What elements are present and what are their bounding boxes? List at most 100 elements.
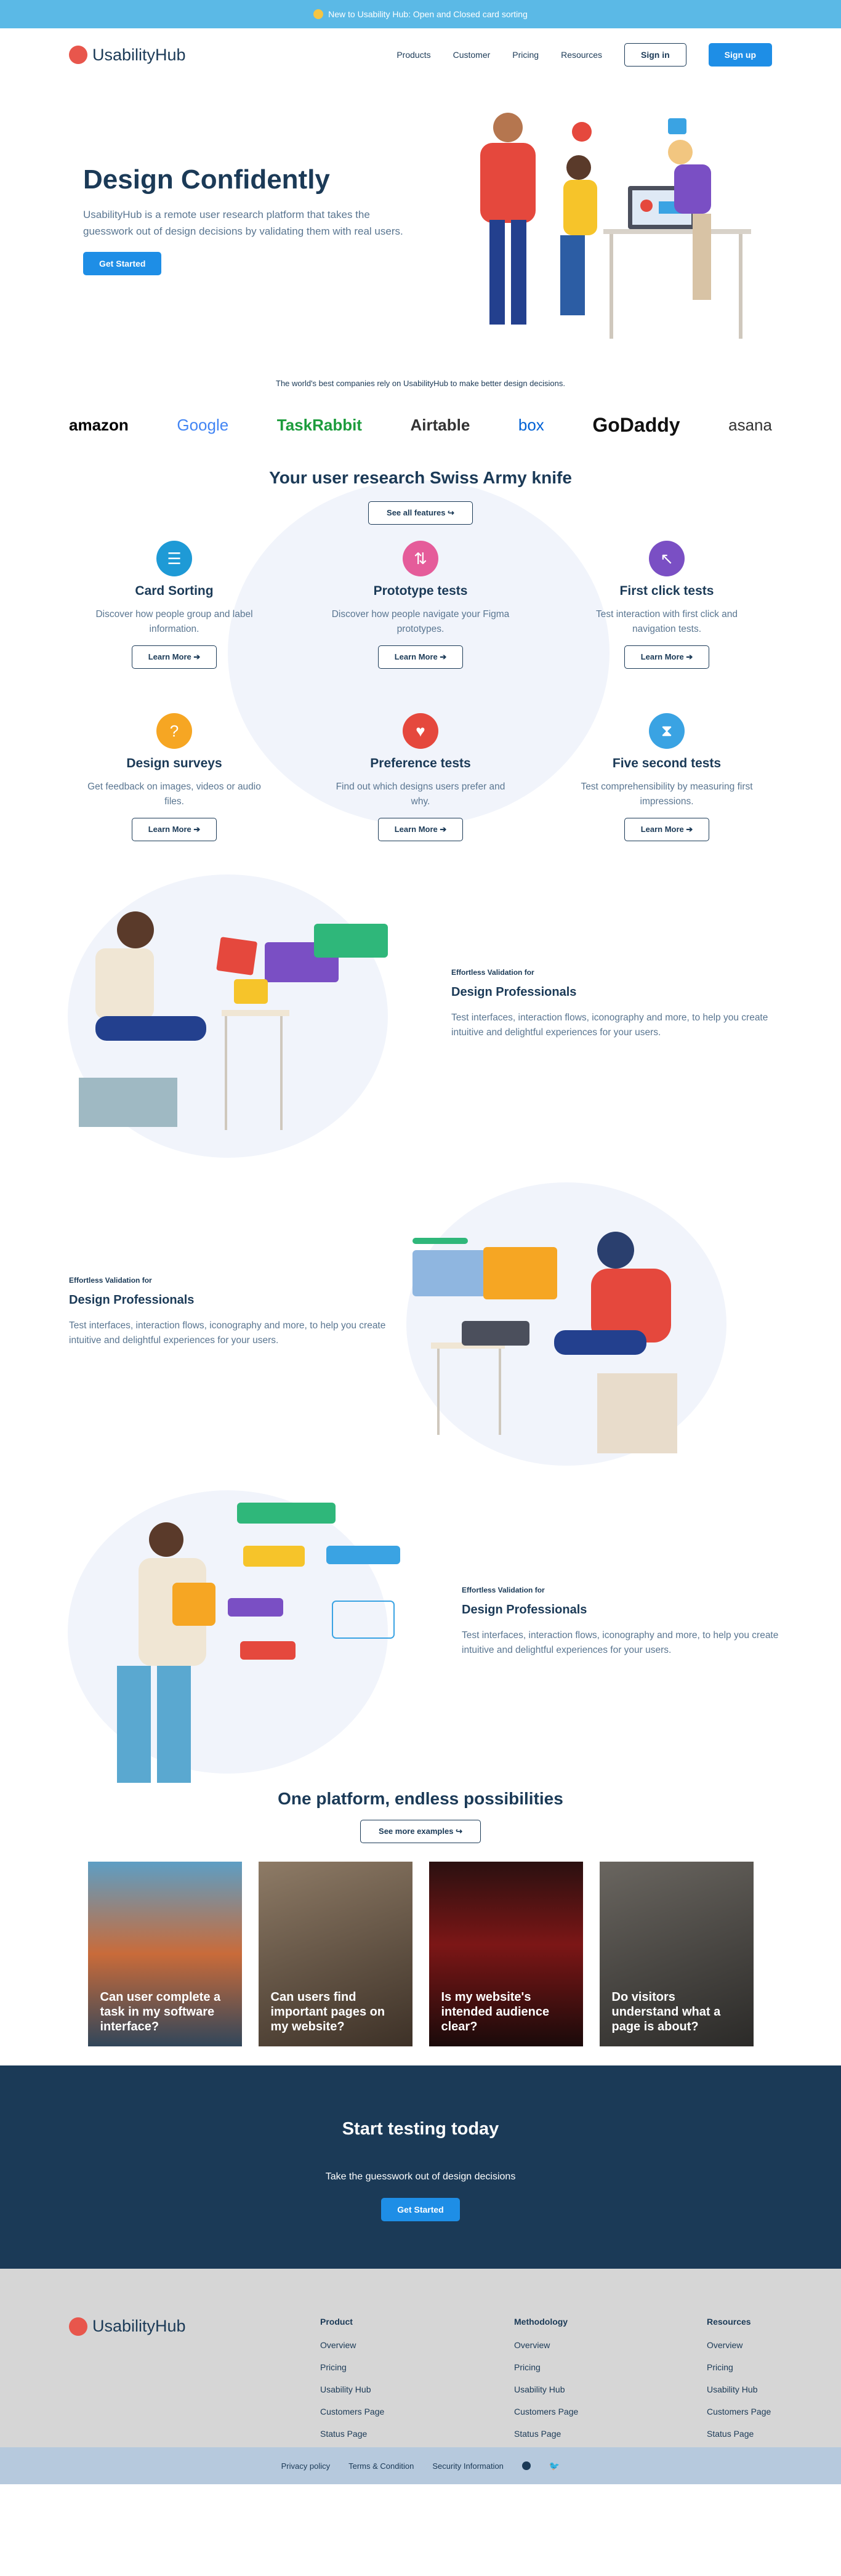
section-desc: Test interfaces, interaction flows, icon… xyxy=(69,1320,386,1346)
terms-link[interactable]: Terms & Condition xyxy=(348,2461,414,2471)
external-link-icon: ↪ xyxy=(448,508,454,517)
privacy-policy-link[interactable]: Privacy policy xyxy=(281,2461,330,2471)
footer-link[interactable]: Usability Hub xyxy=(707,2384,771,2394)
nav-link-customer[interactable]: Customer xyxy=(453,50,491,60)
learn-more-label: Learn More xyxy=(640,825,684,834)
section-title: Design Professionals xyxy=(69,1293,195,1307)
twitter-icon[interactable]: 🐦 xyxy=(549,2461,560,2471)
feature-card-title: Preference tests xyxy=(370,756,471,770)
footer-column-product: Product Overview Pricing Usability Hub C… xyxy=(320,2317,384,2451)
footer-link[interactable]: Pricing xyxy=(514,2362,578,2372)
footer-link[interactable]: Customers Page xyxy=(514,2407,578,2417)
facebook-icon[interactable] xyxy=(521,2461,531,2470)
hero-illustration xyxy=(480,113,751,339)
section-kicker: Effortless Validation for xyxy=(69,1276,152,1285)
learn-more-button[interactable]: Learn More ➔ xyxy=(624,818,710,841)
hero-get-started-button[interactable]: Get Started xyxy=(83,252,162,275)
footer-link[interactable]: Overview xyxy=(514,2340,578,2350)
taskrabbit-logo: TaskRabbit xyxy=(276,415,362,434)
nav-link-products[interactable]: Products xyxy=(396,50,430,60)
features-section: Your user research Swiss Army knife See … xyxy=(0,468,841,862)
features-title: Your user research Swiss Army knife xyxy=(269,468,572,487)
feature-card: ? Design surveys Get feedback on images, v… xyxy=(51,713,297,867)
feature-card-desc: Discover how people group and label info… xyxy=(95,609,253,634)
footer-link[interactable]: Status Page xyxy=(707,2429,771,2439)
learn-more-button[interactable]: Learn More ➔ xyxy=(377,645,464,669)
footer-column-title: Methodology xyxy=(514,2317,568,2327)
sign-in-button[interactable]: Sign in xyxy=(624,43,686,67)
feature-split-3: Effortless Validation for Design Profess… xyxy=(0,1478,841,1789)
arrow-right-icon: ➔ xyxy=(440,652,447,661)
footer-link[interactable]: Status Page xyxy=(320,2429,384,2439)
footer-link[interactable]: Customers Page xyxy=(320,2407,384,2417)
arrow-right-icon: ➔ xyxy=(440,825,447,834)
see-all-features-button[interactable]: See all features ↪ xyxy=(368,501,473,525)
godaddy-logo: GoDaddy xyxy=(592,413,680,436)
nav-link-pricing[interactable]: Pricing xyxy=(512,50,539,60)
learn-more-label: Learn More xyxy=(394,652,438,661)
box-logo: box xyxy=(518,415,544,434)
learn-more-label: Learn More xyxy=(640,652,684,661)
feature-card: ↖ First click tests Test interaction with … xyxy=(544,541,790,695)
learn-more-button[interactable]: Learn More ➔ xyxy=(131,645,217,669)
security-link[interactable]: Security Information xyxy=(432,2461,504,2471)
hero-section: Design Confidently UsabilityHub is a rem… xyxy=(0,81,841,358)
external-link-icon: ↪ xyxy=(456,1827,462,1836)
bottom-bar: Privacy policy Terms & Condition Securit… xyxy=(0,2447,841,2484)
footer-link[interactable]: Usability Hub xyxy=(514,2384,578,2394)
section-title: Design Professionals xyxy=(462,1603,587,1617)
footer-link[interactable]: Overview xyxy=(320,2340,384,2350)
footer-column-resources: Resources Overview Pricing Usability Hub… xyxy=(707,2317,771,2451)
footer-column-methodology: Methodology Overview Pricing Usability H… xyxy=(514,2317,578,2451)
footer-link[interactable]: Overview xyxy=(707,2340,771,2350)
learn-more-button[interactable]: Learn More ➔ xyxy=(377,818,464,841)
logo[interactable]: UsabilityHub xyxy=(69,46,186,65)
footer-brand: UsabilityHub xyxy=(92,2317,186,2335)
feature-card-title: Design surveys xyxy=(126,756,222,770)
example-tile[interactable]: Is my website's intended audience clear? xyxy=(429,1862,583,2046)
footer-link[interactable]: Pricing xyxy=(707,2362,771,2372)
card-sorting-icon: ☰ xyxy=(156,541,192,576)
nav-link-resources[interactable]: Resources xyxy=(561,50,602,60)
announcement-banner[interactable]: New to Usability Hub: Open and Closed ca… xyxy=(0,0,841,28)
footer-column-title: Product xyxy=(320,2317,353,2327)
prototype-icon: ⇅ xyxy=(403,541,438,576)
cta-get-started-button[interactable]: Get Started xyxy=(381,2198,460,2221)
platform-section: One platform, endless possibilities See … xyxy=(0,1789,841,2046)
feature-card-title: Prototype tests xyxy=(373,584,468,598)
feature-split-2: Effortless Validation for Design Profess… xyxy=(0,1170,841,1478)
footer-link[interactable]: Customers Page xyxy=(707,2407,771,2417)
section-kicker: Effortless Validation for xyxy=(451,968,534,977)
airtable-logo: Airtable xyxy=(410,415,470,434)
heart-icon: ♥ xyxy=(403,713,438,749)
learn-more-label: Learn More xyxy=(394,825,438,834)
learn-more-label: Learn More xyxy=(148,825,191,834)
feature-card-desc: Discover how people navigate your Figma … xyxy=(331,609,510,634)
feature-card-title: Five second tests xyxy=(612,756,722,770)
example-tile[interactable]: Do visitors understand what a page is ab… xyxy=(599,1862,754,2046)
tile-question: Can users find important pages on my web… xyxy=(270,1990,385,2033)
example-tile[interactable]: Can users find important pages on my web… xyxy=(258,1862,412,2046)
arrow-right-icon: ➔ xyxy=(193,825,201,834)
amazon-logo: amazon xyxy=(69,415,129,434)
google-logo: Google xyxy=(177,415,229,434)
tile-question: Do visitors understand what a page is ab… xyxy=(611,1990,721,2033)
hourglass-icon: ⧗ xyxy=(649,713,685,749)
cursor-icon: ↖ xyxy=(649,541,685,576)
feature-split-1: Effortless Validation for Design Profess… xyxy=(0,862,841,1170)
learn-more-button[interactable]: Learn More ➔ xyxy=(131,818,217,841)
footer-link[interactable]: Status Page xyxy=(514,2429,578,2439)
section-desc: Test interfaces, interaction flows, icon… xyxy=(451,1012,768,1038)
footer-logo[interactable]: UsabilityHub xyxy=(69,2317,186,2336)
footer-link[interactable]: Pricing xyxy=(320,2362,384,2372)
designer-illustration xyxy=(79,911,388,1130)
logos-caption: The world's best companies rely on Usabi… xyxy=(276,379,565,388)
learn-more-button[interactable]: Learn More ➔ xyxy=(624,645,710,669)
feature-card: ⧗ Five second tests Test comprehensibility… xyxy=(544,713,790,867)
logo-icon xyxy=(69,2317,87,2336)
footer-link[interactable]: Usability Hub xyxy=(320,2384,384,2394)
section-title: Design Professionals xyxy=(451,985,577,999)
example-tile[interactable]: Can user complete a task in my software … xyxy=(87,1862,242,2046)
sign-up-button[interactable]: Sign up xyxy=(708,43,772,67)
see-more-examples-button[interactable]: See more examples ↪ xyxy=(360,1820,481,1843)
